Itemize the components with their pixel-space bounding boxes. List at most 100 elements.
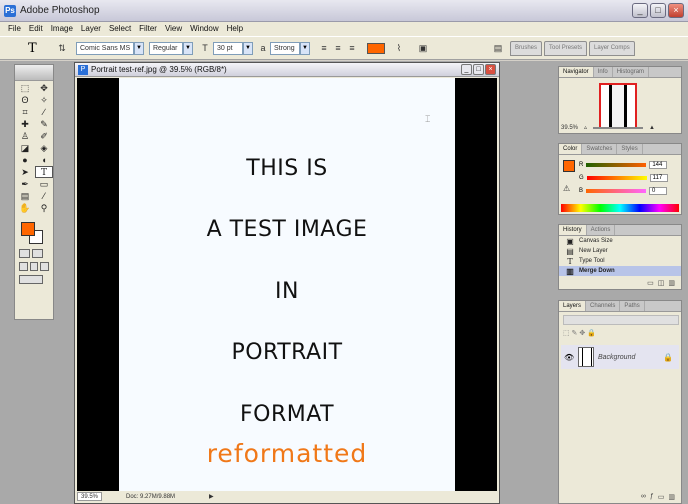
new-document-icon[interactable]: ▭ (647, 279, 654, 289)
link-icon[interactable]: ∞ (641, 493, 646, 503)
palettes-icon[interactable]: ▣ (417, 42, 429, 55)
red-channel-slider[interactable] (586, 163, 647, 167)
menu-window[interactable]: Window (186, 22, 222, 36)
history-brush-icon[interactable]: ✐ (35, 130, 53, 142)
menu-select[interactable]: Select (105, 22, 135, 36)
pen-tool-icon[interactable]: ✒ (16, 178, 34, 190)
warp-text-icon[interactable]: ⌇ (393, 42, 405, 55)
quick-mask-button[interactable] (32, 249, 43, 258)
minimize-button[interactable]: _ (632, 3, 648, 18)
chevron-down-icon[interactable]: ▼ (300, 42, 310, 55)
chevron-down-icon[interactable]: ▼ (243, 42, 253, 55)
color-foreground-swatch[interactable] (563, 160, 575, 172)
chevron-down-icon[interactable]: ▼ (134, 42, 144, 55)
navigator-zoom-value[interactable]: 39.5% (561, 125, 578, 131)
path-select-icon[interactable]: ➤ (16, 166, 34, 178)
hand-tool-icon[interactable]: ✋ (16, 202, 34, 214)
status-menu-arrow-icon[interactable]: ▶ (209, 493, 214, 500)
blue-value-input[interactable]: 0 (649, 187, 668, 195)
screen-mode-standard-button[interactable] (19, 262, 28, 271)
tab-paths[interactable]: Paths (620, 301, 645, 311)
feather-icon[interactable] (15, 65, 53, 81)
palette-well-tab[interactable]: Brushes (510, 41, 543, 56)
tab-histogram[interactable]: Histogram (613, 67, 650, 77)
tab-layers[interactable]: Layers (559, 301, 587, 311)
status-zoom-field[interactable]: 39.5% (77, 492, 103, 501)
font-size-select[interactable]: 30 pt (213, 42, 243, 55)
zoom-in-icon[interactable]: ▲ (649, 125, 655, 131)
notes-tool-icon[interactable]: ▤ (16, 190, 34, 202)
type-tool-icon[interactable]: T (35, 166, 53, 178)
shape-tool-icon[interactable]: ▭ (35, 178, 53, 190)
green-value-input[interactable]: 117 (649, 174, 668, 182)
standard-mode-button[interactable] (19, 249, 30, 258)
tab-history[interactable]: History (559, 225, 587, 235)
trash-icon[interactable]: ▥ (668, 493, 675, 503)
jump-to-imageready-button[interactable] (19, 275, 43, 284)
align-center-icon[interactable]: ≡ (332, 42, 344, 55)
screen-mode-full-menu-button[interactable] (29, 262, 39, 271)
tab-color[interactable]: Color (559, 144, 583, 154)
tab-info[interactable]: Info (594, 67, 613, 77)
tab-styles[interactable]: Styles (617, 144, 643, 154)
document-title-bar[interactable]: P Portrait test-ref.jpg @ 39.5% (RGB/8*)… (75, 63, 499, 77)
eyedropper-icon[interactable]: ⁄ (35, 190, 53, 202)
menu-file[interactable]: File (4, 22, 25, 36)
lock-icons[interactable]: ⬚ ✎ ✥ 🔒 (563, 329, 596, 337)
menu-filter[interactable]: Filter (135, 22, 161, 36)
text-color-swatch[interactable] (367, 43, 385, 54)
text-orientation-icon[interactable]: ⇅ (56, 42, 68, 55)
magic-wand-icon[interactable]: ✧ (35, 94, 53, 106)
type-tool-icon[interactable]: T (28, 41, 37, 56)
history-item[interactable]: ▤ New Layer (559, 246, 681, 256)
zoom-tool-icon[interactable]: ⚲ (35, 202, 53, 214)
tab-swatches[interactable]: Swatches (582, 144, 618, 154)
menu-help[interactable]: Help (223, 22, 247, 36)
history-item[interactable]: ▥ Merge Down (559, 266, 681, 276)
marquee-tool-icon[interactable]: ⬚ (16, 82, 34, 94)
eye-icon[interactable]: 👁 (564, 353, 574, 362)
menu-view[interactable]: View (161, 22, 186, 36)
slice-tool-icon[interactable]: ∕ (35, 106, 53, 118)
new-layer-icon[interactable]: ▭ (658, 493, 665, 503)
zoom-out-icon[interactable]: ▵ (584, 124, 587, 131)
antialias-select[interactable]: Strong (270, 42, 300, 55)
document-minimize-button[interactable]: _ (461, 64, 472, 75)
maximize-button[interactable]: □ (650, 3, 666, 18)
screen-mode-full-button[interactable] (40, 262, 50, 271)
palette-well-tab[interactable]: Layer Comps (589, 41, 635, 56)
navigator-zoom-slider[interactable] (593, 126, 644, 129)
foreground-color-swatch[interactable] (21, 222, 35, 236)
blend-mode-select[interactable] (563, 315, 679, 325)
document-close-button[interactable]: × (485, 64, 496, 75)
lasso-tool-icon[interactable]: ʘ (16, 94, 34, 106)
close-button[interactable]: × (668, 3, 684, 18)
eraser-tool-icon[interactable]: ◪ (16, 142, 34, 154)
color-spectrum-bar[interactable] (561, 204, 679, 212)
crop-tool-icon[interactable]: ⌗ (16, 106, 34, 118)
menu-layer[interactable]: Layer (77, 22, 105, 36)
history-item[interactable]: T Type Tool (559, 256, 681, 266)
chevron-down-icon[interactable]: ▼ (183, 42, 193, 55)
paint-bucket-icon[interactable]: ◈ (35, 142, 53, 154)
brush-tool-icon[interactable]: ✎ (35, 118, 53, 130)
dodge-tool-icon[interactable]: ◖ (35, 154, 53, 166)
image-canvas[interactable]: ⌶ THIS IS A TEST IMAGE IN PORTRAIT FORMA… (77, 78, 497, 493)
blue-channel-slider[interactable] (586, 189, 647, 193)
tab-navigator[interactable]: Navigator (559, 67, 594, 77)
tab-channels[interactable]: Channels (586, 301, 621, 311)
document-maximize-button[interactable]: □ (473, 64, 484, 75)
menu-edit[interactable]: Edit (25, 22, 47, 36)
file-browser-icon[interactable]: ▤ (492, 42, 504, 55)
history-item[interactable]: ▣ Canvas Size (559, 236, 681, 246)
font-style-select[interactable]: Regular (149, 42, 183, 55)
blur-tool-icon[interactable]: ● (16, 154, 34, 166)
red-value-input[interactable]: 144 (649, 161, 668, 169)
menu-image[interactable]: Image (47, 22, 77, 36)
clone-stamp-icon[interactable]: ♙ (16, 130, 34, 142)
tab-actions[interactable]: Actions (587, 225, 616, 235)
healing-brush-icon[interactable]: ✚ (16, 118, 34, 130)
layer-style-icon[interactable]: ƒ (650, 493, 654, 503)
green-channel-slider[interactable] (586, 176, 647, 180)
font-family-select[interactable]: Comic Sans MS (76, 42, 134, 55)
